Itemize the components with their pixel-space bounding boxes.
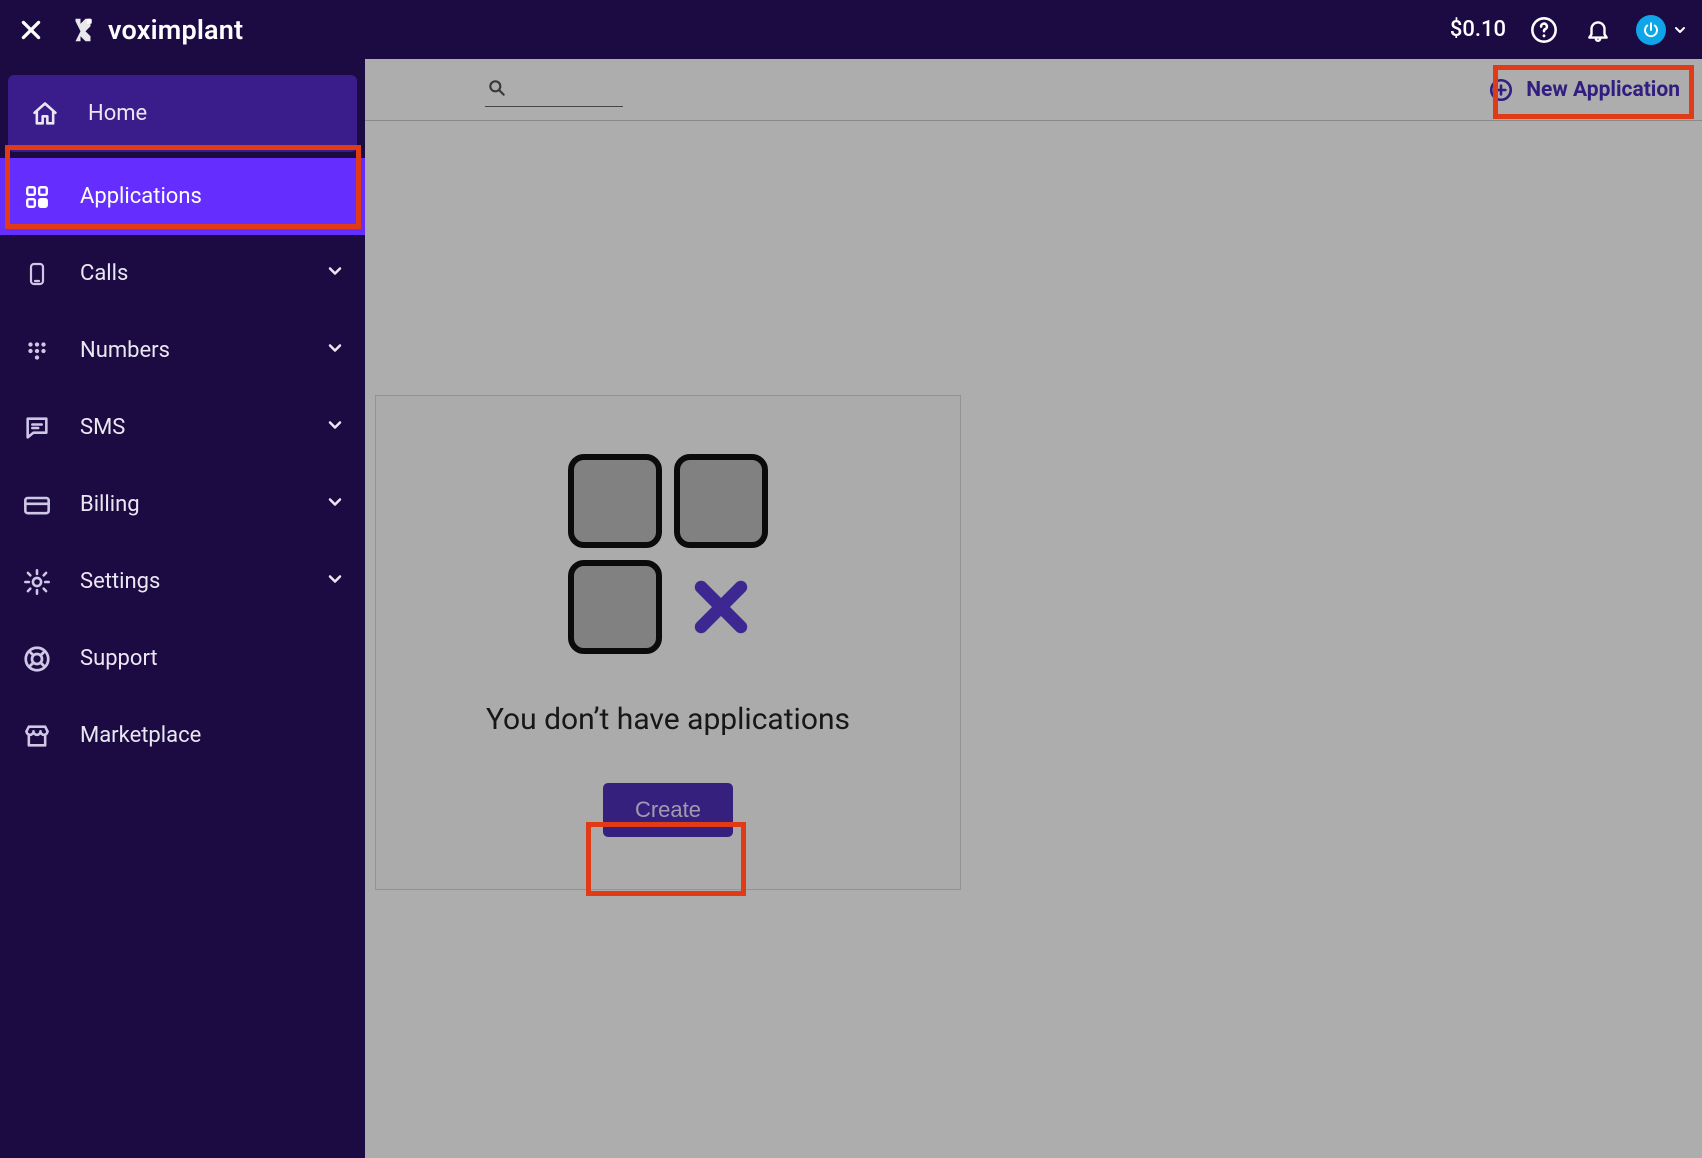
account-menu[interactable] [1636,15,1688,45]
sidebar-item-label: Support [80,646,158,671]
applications-icon [22,182,52,212]
layout: Home Applications Calls Numbers [0,59,1702,1158]
power-icon [1642,21,1660,39]
help-icon [1530,16,1558,44]
lifebuoy-icon [22,644,52,674]
chevron-down-icon [1672,22,1688,38]
bell-icon [1585,17,1611,43]
notifications-button[interactable] [1582,14,1614,46]
sidebar-item-sms[interactable]: SMS [0,389,365,466]
sidebar-item-label: Numbers [80,338,170,363]
dialpad-icon [22,336,52,366]
sidebar-item-support[interactable]: Support [0,620,365,697]
chevron-down-icon [325,338,345,364]
avatar [1636,15,1666,45]
sidebar-item-settings[interactable]: Settings [0,543,365,620]
store-icon [22,721,52,751]
sidebar-item-applications[interactable]: Applications [0,158,365,235]
close-button[interactable] [14,13,48,47]
sidebar-item-label: SMS [80,415,125,440]
help-button[interactable] [1528,14,1560,46]
sidebar-item-label: Billing [80,492,140,517]
message-icon [22,413,52,443]
top-bar: voximplant $0.10 [0,0,1702,59]
home-icon [30,99,60,129]
sidebar-item-billing[interactable]: Billing [0,466,365,543]
brand[interactable]: voximplant [68,14,243,46]
sidebar-item-label: Applications [80,184,202,209]
topbar-right: $0.10 [1450,14,1688,46]
content-overlay [365,59,1702,1158]
sidebar: Home Applications Calls Numbers [0,59,365,1158]
chevron-down-icon [325,492,345,518]
main: New Application You don’t have applicati… [365,59,1702,1158]
sidebar-item-numbers[interactable]: Numbers [0,312,365,389]
credit-card-icon [22,490,52,520]
chevron-down-icon [325,415,345,441]
sidebar-item-calls[interactable]: Calls [0,235,365,312]
sidebar-item-label: Settings [80,569,160,594]
chevron-down-icon [325,569,345,595]
sidebar-item-label: Marketplace [80,723,201,748]
sidebar-item-marketplace[interactable]: Marketplace [0,697,365,774]
account-balance[interactable]: $0.10 [1450,17,1506,42]
brand-name: voximplant [108,14,243,46]
close-icon [18,17,44,43]
sidebar-item-home[interactable]: Home [8,75,357,152]
phone-icon [22,259,52,289]
sidebar-item-label: Home [88,101,147,126]
gear-icon [22,567,52,597]
logo-icon [68,15,98,45]
chevron-down-icon [325,261,345,287]
sidebar-item-label: Calls [80,261,128,286]
